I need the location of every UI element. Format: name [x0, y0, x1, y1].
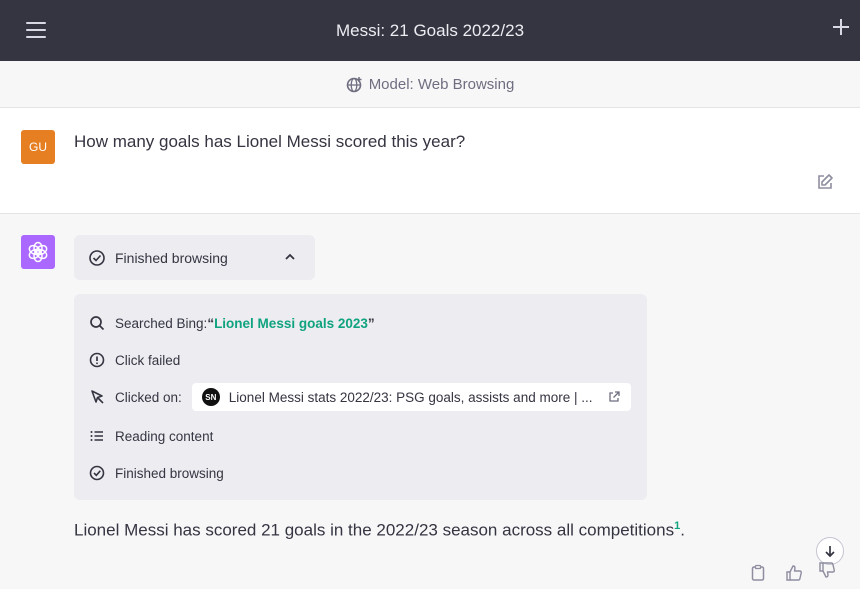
- step-reading-content: Reading content: [88, 427, 213, 445]
- arrow-down-icon: [825, 546, 835, 558]
- click-failed-label: Click failed: [115, 352, 181, 368]
- copy-icon[interactable]: [749, 564, 767, 582]
- step-finished-browsing: Finished browsing: [88, 464, 224, 482]
- check-circle-icon: [89, 465, 105, 481]
- clicked-on-label: Clicked on:: [115, 389, 182, 405]
- step-click-failed: Click failed: [88, 351, 180, 369]
- answer-end: .: [680, 520, 685, 540]
- finished-browsing-label: Finished browsing: [115, 465, 224, 481]
- top-bar: Messi: 21 Goals 2022/23: [0, 0, 860, 61]
- avatar: GU: [21, 130, 55, 164]
- search-query-link[interactable]: Lionel Messi goals 2023: [214, 316, 368, 331]
- step-searched: Searched Bing: “Lionel Messi goals 2023”: [88, 314, 375, 332]
- openai-logo-icon: [28, 241, 48, 263]
- model-bar: Model: Web Browsing: [0, 61, 860, 108]
- thumbs-down-icon[interactable]: [818, 561, 836, 579]
- browse-toggle-button[interactable]: Finished browsing: [74, 235, 315, 280]
- alert-circle-icon: [89, 352, 105, 368]
- model-label: Model: Web Browsing: [368, 75, 515, 93]
- browse-toggle-label: Finished browsing: [115, 249, 228, 266]
- thumbs-up-icon[interactable]: [785, 564, 803, 582]
- external-link-icon[interactable]: [607, 390, 621, 404]
- check-circle-icon: [89, 249, 105, 266]
- sporting-news-logo: SN: [201, 388, 220, 406]
- search-icon: [90, 316, 105, 331]
- globe-icon: [346, 76, 362, 92]
- hamburger-menu-icon[interactable]: [26, 22, 46, 38]
- user-message: GU How many goals has Lionel Messi score…: [0, 108, 860, 214]
- edit-icon[interactable]: [815, 172, 835, 192]
- user-message-text: How many goals has Lionel Messi scored t…: [74, 132, 466, 151]
- plus-icon[interactable]: [830, 16, 852, 38]
- reading-content-label: Reading content: [115, 428, 214, 444]
- cursor-icon: [91, 390, 104, 404]
- list-icon: [90, 431, 103, 441]
- search-prefix: Searched Bing:: [115, 315, 208, 331]
- clicked-link-title: Lionel Messi stats 2022/23: PSG goals, a…: [228, 389, 593, 405]
- chat-title: Messi: 21 Goals 2022/23: [335, 20, 525, 40]
- assistant-message: Finished browsing Searched Bing: “Lionel…: [0, 214, 860, 589]
- step-clicked-on: Clicked on: SN Lionel Messi stats 2022/2…: [88, 383, 631, 411]
- browsing-steps-panel: Searched Bing: “Lionel Messi goals 2023”…: [74, 294, 647, 500]
- answer-text: Lionel Messi has scored 21 goals in the …: [74, 520, 675, 540]
- assistant-avatar: [21, 235, 55, 269]
- clicked-link-chip[interactable]: SN Lionel Messi stats 2022/23: PSG goals…: [191, 383, 631, 411]
- chevron-up-icon: [285, 253, 295, 260]
- assistant-answer: Lionel Messi has scored 21 goals in the …: [74, 520, 685, 541]
